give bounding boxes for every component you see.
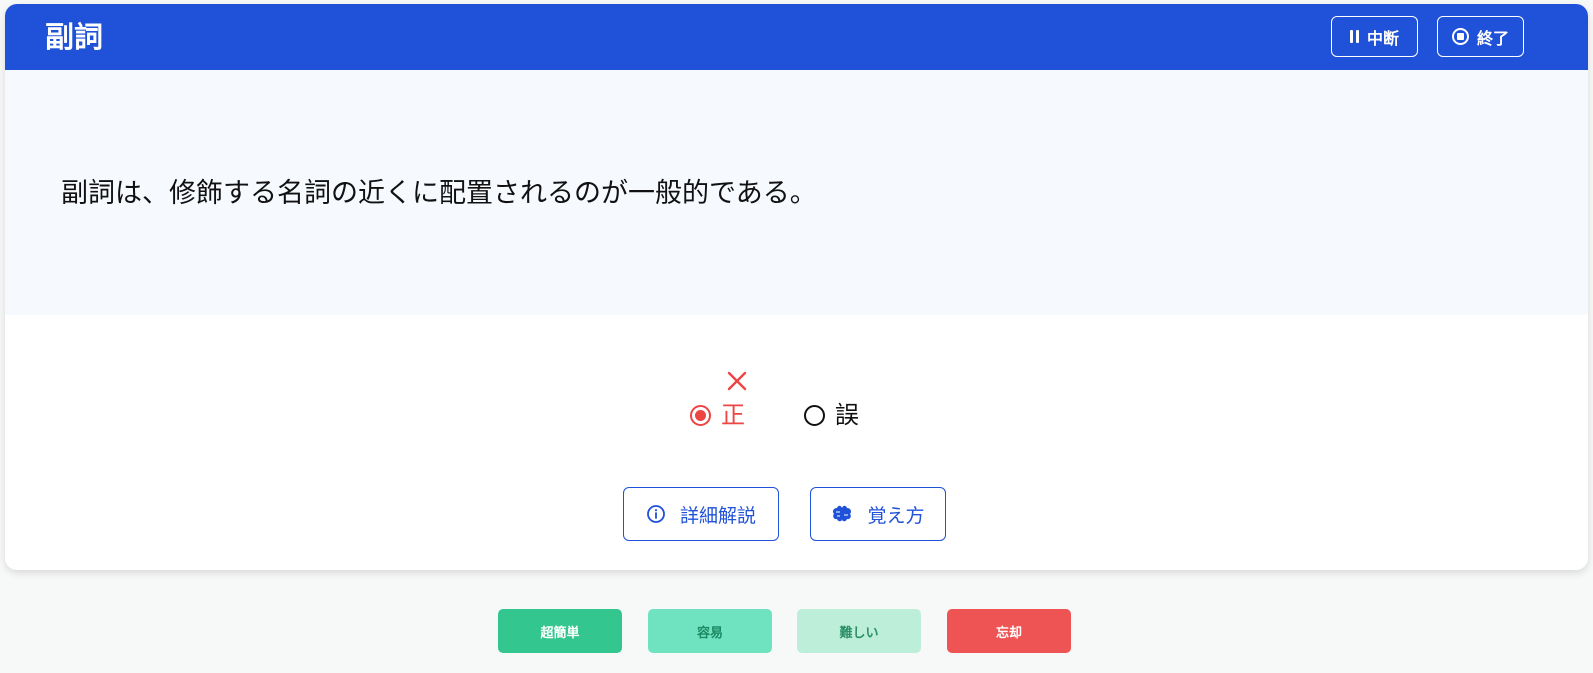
radio-unselected-icon[interactable] bbox=[804, 404, 825, 426]
brain-icon bbox=[833, 505, 852, 522]
detail-label: 詳細解説 bbox=[679, 505, 756, 527]
rating-very-easy-button[interactable]: 超簡単 bbox=[498, 609, 622, 653]
quiz-header: 副詞 中断 終了 bbox=[5, 4, 1588, 70]
pause-label: 中断 bbox=[1366, 30, 1399, 48]
quiz-card: 副詞 中断 終了 副詞は、修飾する名詞の近くに配置されるのが一般的である。 正 … bbox=[5, 4, 1588, 570]
stop-button[interactable]: 終了 bbox=[1437, 16, 1524, 57]
memorization-button[interactable]: 覚え方 bbox=[810, 487, 946, 541]
radio-selected-icon[interactable] bbox=[690, 404, 711, 426]
pause-icon bbox=[1349, 30, 1359, 43]
rating-forgot-button[interactable]: 忘却 bbox=[947, 609, 1071, 653]
choice-true[interactable]: 正 bbox=[690, 397, 745, 433]
question-text: 副詞は、修飾する名詞の近くに配置されるのが一般的である。 bbox=[61, 178, 817, 209]
choice-false-label: 誤 bbox=[835, 401, 859, 429]
stop-label: 終了 bbox=[1476, 30, 1509, 48]
choice-false[interactable]: 誤 bbox=[804, 397, 859, 433]
rating-easy-button[interactable]: 容易 bbox=[648, 609, 772, 653]
memo-label: 覚え方 bbox=[867, 505, 925, 527]
pause-button[interactable]: 中断 bbox=[1331, 16, 1418, 57]
topic-title: 副詞 bbox=[45, 20, 104, 54]
info-circle-icon bbox=[647, 505, 665, 523]
choice-true-label: 正 bbox=[721, 401, 745, 429]
detail-explanation-button[interactable]: 詳細解説 bbox=[623, 487, 779, 541]
question-panel: 副詞は、修飾する名詞の近くに配置されるのが一般的である。 bbox=[5, 70, 1588, 315]
cross-icon bbox=[727, 371, 747, 391]
rating-hard-button[interactable]: 難しい bbox=[797, 609, 921, 653]
stop-circle-icon bbox=[1451, 28, 1469, 45]
